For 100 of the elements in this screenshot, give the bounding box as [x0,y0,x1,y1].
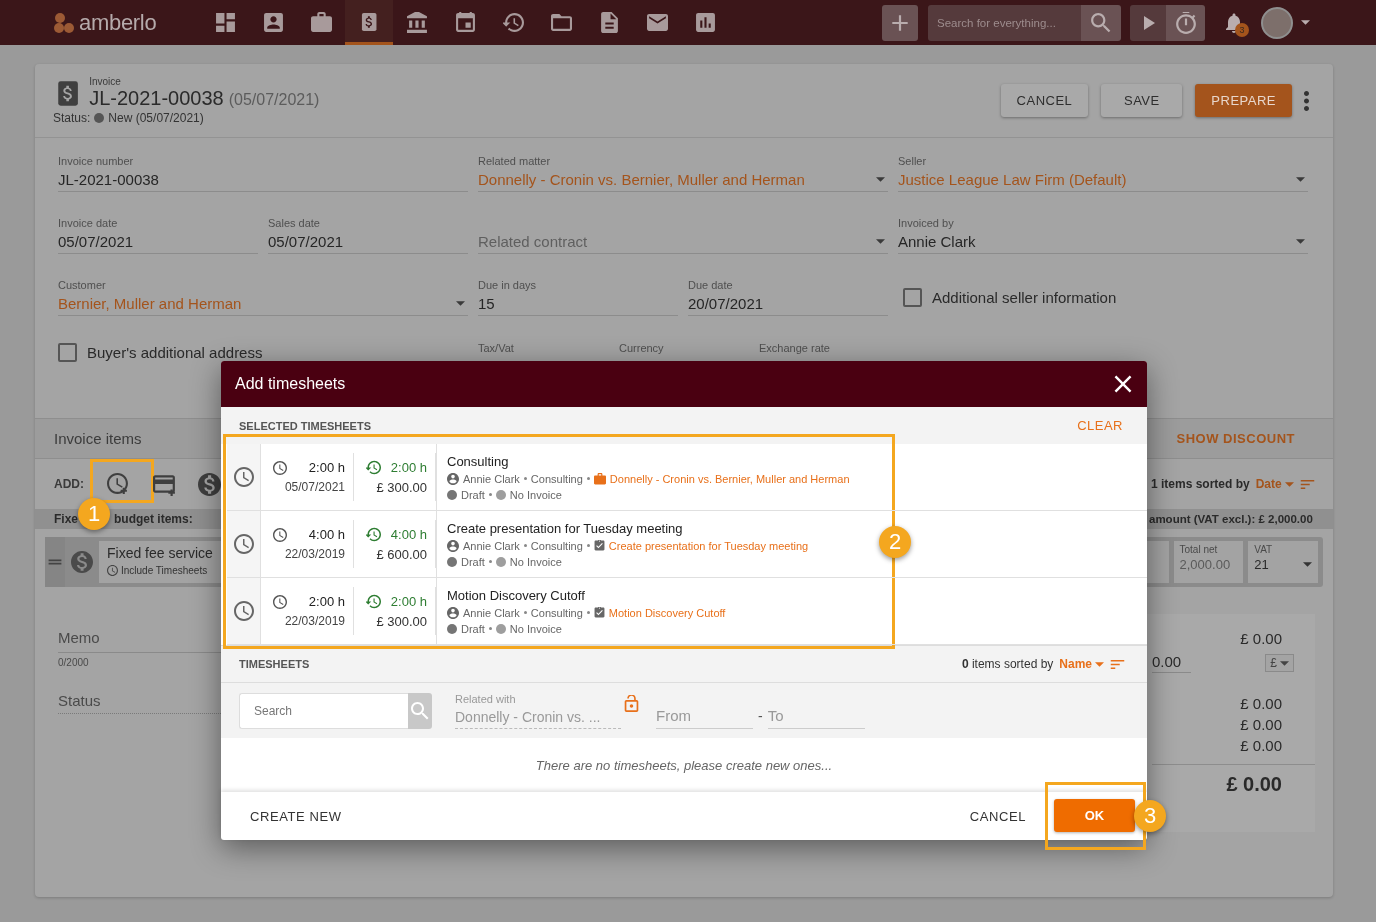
create-new-button[interactable]: CREATE NEW [241,800,351,832]
clock-history-icon [502,11,524,33]
sort-dropdown[interactable]: Name [1059,657,1104,671]
chart-icon [694,11,716,33]
calendar-icon [454,11,476,33]
billed-clock-icon [366,593,381,609]
caret-icon [1284,481,1294,487]
amount-text: amount (VAT excl.): £ 2,000.00 [1149,513,1313,525]
clock-icon [233,601,254,621]
search-field[interactable]: Search [239,692,408,729]
more-button[interactable] [1304,90,1309,111]
section-title: Invoice items [54,430,142,447]
add-fee-button[interactable] [198,472,221,496]
related-link[interactable]: Create presentation for Tuesday meeting [608,539,809,552]
clear-button[interactable]: CLEAR [1077,418,1123,433]
user-name: Annie Clark [463,606,520,619]
discount-field[interactable]: 0.00 [1152,653,1192,673]
checkbox[interactable] [58,342,77,362]
field-label: Tax/Vat [478,341,515,356]
amount-text: £ 600.00 [375,546,427,562]
add-label: ADD: [54,477,85,491]
include-timesheets-link[interactable]: Include Timesheets [121,565,208,576]
invoice-date-field[interactable]: Invoice date 05/07/2021 [58,216,258,254]
amount-field[interactable] [1147,541,1169,583]
bank-icon [406,11,428,33]
due-date-field[interactable]: Due date 20/07/2021 [688,278,888,316]
billed-duration: 2:00 h [390,593,427,609]
notifications-button[interactable]: 3 [1219,4,1249,41]
clock-icon [233,467,254,487]
timesheet-title: Consulting [447,453,510,469]
checkbox-label: Additional seller information [932,288,1117,306]
add-expense-button[interactable] [153,472,176,496]
document-icon [598,11,620,33]
related-link[interactable]: Motion Discovery Cutoff [608,606,726,619]
caret-icon [876,176,885,182]
field-label: Exchange rate [759,341,831,356]
row-icon-cell[interactable] [227,511,261,577]
due-in-days-field[interactable]: Due in days 15 [478,278,678,316]
related-matter-field[interactable]: Related matter Donnelly - Cronin vs. Bernier, Muller and Herman [478,154,888,192]
status-text: Draft [461,622,485,635]
total-net-field[interactable]: Total net 2,000.00 [1173,541,1244,583]
date-field[interactable]: From [656,702,753,729]
briefcase-icon [310,11,332,33]
caret-icon [1303,562,1312,567]
sort-dropdown[interactable]: Date [1255,477,1294,491]
add-timesheet-button[interactable] [107,473,129,495]
row-icon-cell[interactable] [227,578,261,644]
date-text: 22/03/2019 [283,614,345,628]
task-check-icon [593,607,605,618]
separator-dot [523,477,527,480]
activity-text: Consulting [530,472,583,485]
show-discount-button[interactable]: SHOW DISCOUNT [1176,431,1295,446]
amount-text: £ 0.00 [1240,737,1282,754]
header-button[interactable]: PREPARE [1195,84,1292,117]
search-icon [1090,11,1112,34]
cancel-button[interactable]: CANCEL [960,800,1035,832]
date-text: 05/07/2021 [283,480,345,494]
related-contract-field[interactable]: Related contract [478,216,888,254]
nav-tab[interactable] [345,0,393,45]
date-field[interactable]: To [767,702,865,729]
mail-icon [646,11,668,33]
status-text: No Invoice [509,622,562,635]
checkbox[interactable] [903,287,922,307]
item-name: Fixed fee service [107,545,213,561]
add-button[interactable] [882,4,918,41]
separator-dot [488,493,492,496]
ok-button[interactable]: OK [1054,799,1135,832]
logo-icon [52,10,76,35]
timer-button[interactable] [1166,4,1205,41]
sort-summary: 0 items sorted by [961,657,1054,671]
amount-text: £ 300.00 [375,613,427,629]
invoiced-by-field[interactable]: Invoiced by Annie Clark [898,216,1308,254]
duration-text: 4:00 h [308,527,345,542]
amount-text: £ 0.00 [1240,630,1282,647]
invoice-number: JL-2021-00038 [89,87,224,110]
play-button[interactable] [1130,4,1166,41]
section-heading: TIMESHEETS [239,658,310,670]
sales-date-field[interactable]: Sales date 05/07/2021 [268,216,468,254]
person-icon [447,606,459,619]
seller-field[interactable]: Seller Justice League Law Firm (Default) [898,154,1308,192]
related-link[interactable]: Donnelly - Cronin vs. Bernier, Muller and Herman [609,472,850,485]
invoice-icon [360,12,378,32]
padlock-icon [623,695,640,712]
customer-field[interactable]: Customer Bernier, Muller and Herman [58,278,468,316]
timesheet-title: Create presentation for Tuesday meeting [447,520,684,536]
budget-label: budget items: [114,512,193,526]
currency-select[interactable]: £ [1265,654,1294,672]
caret-icon [1095,661,1104,667]
search-field[interactable]: Search for everything... [928,4,1081,41]
row-icon-cell[interactable] [227,444,261,510]
avatar[interactable] [1261,6,1293,39]
invoice-number-field[interactable]: Invoice number JL-2021-00038 [58,154,468,192]
search-button[interactable] [1081,4,1121,41]
header-button[interactable]: CANCEL [1000,84,1089,117]
status-dot [94,113,105,123]
header-button[interactable]: SAVE [1101,84,1183,117]
caret-icon [1296,238,1305,244]
vat-select[interactable]: VAT 21 [1248,541,1318,583]
clock-icon [233,534,254,554]
caret-icon [1296,176,1305,182]
